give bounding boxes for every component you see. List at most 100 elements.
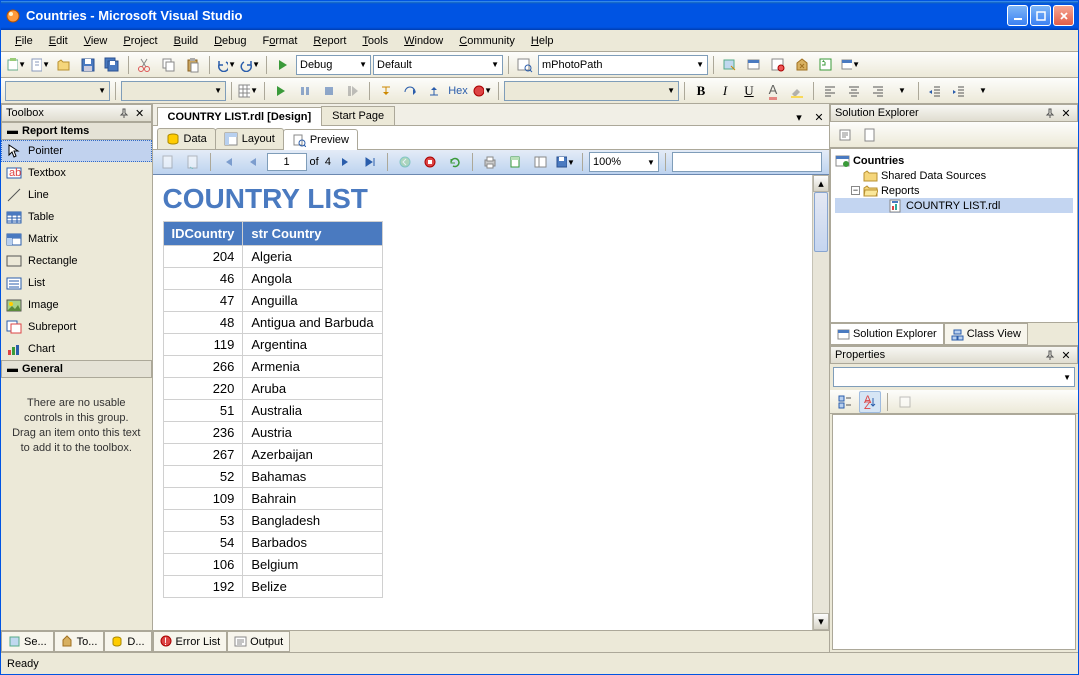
cut-button[interactable] (134, 54, 156, 76)
config-combo[interactable]: Debug▼ (296, 55, 371, 75)
property-pages-button[interactable] (894, 391, 916, 413)
menu-window[interactable]: Window (396, 33, 451, 49)
alphabetical-button[interactable]: AZ (859, 391, 881, 413)
start-button[interactable] (270, 80, 292, 102)
prev-page-button[interactable] (242, 151, 264, 173)
tab-class-view[interactable]: Class View (944, 323, 1028, 345)
minimize-button[interactable] (1007, 5, 1028, 26)
tool-image[interactable]: Image (1, 294, 152, 316)
tb-icon3[interactable] (767, 54, 789, 76)
toolbox-group-report[interactable]: ▬Report Items (1, 122, 152, 140)
step-into-button[interactable] (375, 80, 397, 102)
menu-view[interactable]: View (76, 33, 116, 49)
find-text-input[interactable] (672, 152, 822, 172)
vertical-scrollbar[interactable]: ▴ ▾ (812, 175, 829, 630)
categorized-button[interactable] (834, 391, 856, 413)
step-out-button[interactable] (423, 80, 445, 102)
pin-icon[interactable] (117, 106, 131, 120)
menu-debug[interactable]: Debug (206, 33, 254, 49)
props-grid[interactable] (832, 414, 1076, 650)
bold-button[interactable]: B (690, 80, 712, 102)
pin-icon[interactable] (1043, 348, 1057, 362)
breakpoint-button[interactable]: ▼ (471, 80, 493, 102)
maximize-button[interactable] (1030, 5, 1051, 26)
tb-icon2[interactable] (743, 54, 765, 76)
next-page-button[interactable] (334, 151, 356, 173)
paste-button[interactable] (182, 54, 204, 76)
pause-button[interactable] (294, 80, 316, 102)
last-page-button[interactable] (359, 151, 381, 173)
export-button[interactable]: ▼ (554, 151, 576, 173)
more-indent-button[interactable]: ▼ (972, 80, 994, 102)
tab-layout[interactable]: Layout (215, 128, 284, 149)
save-all-button[interactable] (101, 54, 123, 76)
tab-server-explorer[interactable]: Se... (1, 631, 54, 652)
toolbox-group-general[interactable]: ▬General (1, 360, 152, 378)
start-debug-button[interactable] (272, 54, 294, 76)
tb2-combo1[interactable]: ▼ (5, 81, 110, 101)
zoom-combo[interactable]: 100%▼ (589, 152, 659, 172)
italic-button[interactable]: I (714, 80, 736, 102)
indent-dec-button[interactable] (924, 80, 946, 102)
open-button[interactable] (53, 54, 75, 76)
menu-project[interactable]: Project (115, 33, 165, 49)
toolbox-button[interactable] (791, 54, 813, 76)
scroll-thumb[interactable] (814, 192, 828, 252)
tab-output[interactable]: Output (227, 631, 290, 652)
tab-toolbox[interactable]: To... (54, 631, 105, 652)
close-icon[interactable]: ✕ (1059, 348, 1073, 362)
props-object-combo[interactable]: ▼ (833, 367, 1075, 387)
tab-error-list[interactable]: !Error List (153, 631, 228, 652)
tree-reports[interactable]: − Reports (835, 183, 1073, 198)
tool-matrix[interactable]: Matrix (1, 228, 152, 250)
tb-icon4[interactable] (815, 54, 837, 76)
redo-button[interactable]: ▼ (239, 54, 261, 76)
tool-textbox[interactable]: abTextbox (1, 162, 152, 184)
menu-edit[interactable]: Edit (41, 33, 76, 49)
collapse-icon[interactable]: − (851, 186, 860, 195)
tab-preview[interactable]: Preview (283, 129, 358, 150)
close-icon[interactable]: ✕ (1059, 106, 1073, 120)
menu-community[interactable]: Community (451, 33, 523, 49)
add-item-button[interactable]: ▼ (29, 54, 51, 76)
stop-button[interactable] (318, 80, 340, 102)
scroll-up-icon[interactable]: ▴ (813, 175, 829, 192)
page-setup-button[interactable] (529, 151, 551, 173)
tb2-combo2[interactable]: ▼ (121, 81, 226, 101)
tool-list[interactable]: List (1, 272, 152, 294)
tool-chart[interactable]: Chart (1, 338, 152, 360)
more-format-button[interactable]: ▼ (891, 80, 913, 102)
tb-icon1[interactable] (719, 54, 741, 76)
tool-rectangle[interactable]: Rectangle (1, 250, 152, 272)
print-button[interactable] (479, 151, 501, 173)
close-icon[interactable]: ✕ (133, 106, 147, 120)
tb-icon5[interactable]: ▼ (839, 54, 861, 76)
tree-file-country-list[interactable]: COUNTRY LIST.rdl (835, 198, 1073, 213)
refresh-report-button[interactable] (444, 151, 466, 173)
tb2-grid-button[interactable]: ▼ (237, 80, 259, 102)
save-button[interactable] (77, 54, 99, 76)
page-input[interactable] (267, 153, 307, 171)
refresh-button[interactable] (834, 124, 856, 146)
first-page-button[interactable] (217, 151, 239, 173)
underline-button[interactable]: U (738, 80, 760, 102)
tb2-combo3[interactable]: ▼ (504, 81, 679, 101)
tab-solution-explorer[interactable]: Solution Explorer (830, 323, 944, 345)
step-over-button[interactable] (399, 80, 421, 102)
undo-button[interactable]: ▼ (215, 54, 237, 76)
view-report-button[interactable] (157, 151, 179, 173)
close-button[interactable] (1053, 5, 1074, 26)
restart-button[interactable] (342, 80, 364, 102)
properties-button[interactable] (859, 124, 881, 146)
menu-format[interactable]: Format (255, 33, 306, 49)
menu-build[interactable]: Build (166, 33, 206, 49)
tool-subreport[interactable]: Subreport (1, 316, 152, 338)
align-right-button[interactable] (867, 80, 889, 102)
menu-help[interactable]: Help (523, 33, 562, 49)
refresh-button[interactable] (182, 151, 204, 173)
menu-tools[interactable]: Tools (354, 33, 396, 49)
tab-data[interactable]: D... (104, 631, 151, 652)
align-left-button[interactable] (819, 80, 841, 102)
font-color-button[interactable]: A (762, 80, 784, 102)
platform-combo[interactable]: Default▼ (373, 55, 503, 75)
